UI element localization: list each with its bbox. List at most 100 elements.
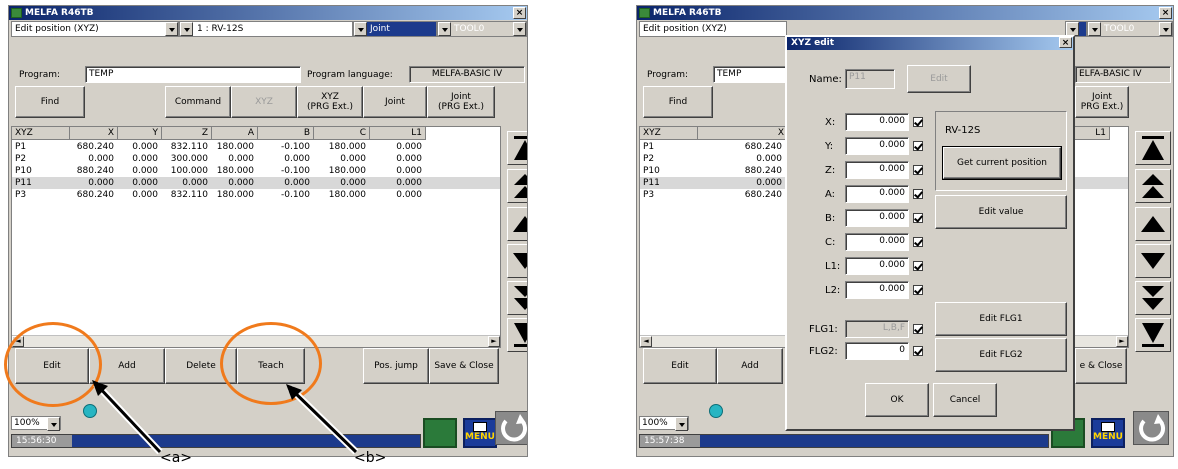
coordinate-checkbox[interactable] bbox=[913, 117, 923, 127]
table-cell: 680.240 bbox=[744, 142, 782, 152]
coordinate-label: Y: bbox=[825, 141, 834, 152]
coordinate-label: A: bbox=[825, 189, 836, 200]
line-up-button[interactable] bbox=[1135, 207, 1171, 241]
callout-b-label: <b> bbox=[354, 450, 387, 466]
table-cell: 680.240 bbox=[744, 190, 782, 200]
status-time: 15:57:38 bbox=[640, 435, 700, 447]
coordinate-checkbox[interactable] bbox=[913, 237, 923, 247]
return-arrow-icon bbox=[1139, 414, 1166, 442]
double-down-arrow-icon bbox=[1142, 286, 1164, 310]
coordinate-label: X: bbox=[825, 117, 836, 128]
table-cell: P10 bbox=[643, 166, 660, 176]
find-button[interactable]: Find bbox=[643, 86, 713, 118]
edit-button[interactable]: Edit bbox=[643, 348, 717, 384]
flg1-label: FLG1: bbox=[809, 324, 838, 335]
coordinate-checkbox[interactable] bbox=[913, 285, 923, 295]
callout-arrows bbox=[92, 380, 359, 455]
flg1-field: L,B,F bbox=[845, 320, 909, 338]
zoom-combo[interactable]: 100% bbox=[639, 416, 689, 431]
table-cell: 0.000 bbox=[756, 154, 782, 164]
table-cell: P3 bbox=[643, 190, 655, 200]
xyz-edit-dialog: XYZ edit × Name: P11 Edit X: 0.000 Y: 0.000 Z… bbox=[785, 35, 1075, 431]
coordinate-field[interactable]: 0.000 bbox=[845, 185, 909, 203]
coordinate-checkbox[interactable] bbox=[913, 261, 923, 271]
column-header[interactable]: X bbox=[698, 127, 788, 140]
table-cell: 0.000 bbox=[756, 178, 782, 188]
name-label: Name: bbox=[809, 74, 842, 85]
scroll-bottom-button[interactable] bbox=[1135, 318, 1171, 352]
chevron-down-icon[interactable] bbox=[1066, 22, 1079, 36]
save-close-button[interactable]: e & Close bbox=[1075, 348, 1127, 384]
joint-ext-button[interactable]: Joint PRG Ext.) bbox=[1075, 86, 1129, 118]
edit-flg1-button[interactable]: Edit FLG1 bbox=[935, 302, 1067, 336]
double-down-arrow-bottom-icon bbox=[1142, 323, 1164, 347]
right-teach-window: MELFA R46TB × Edit position (XYZ) TOOL0 … bbox=[636, 5, 1174, 457]
chevron-down-icon[interactable] bbox=[675, 417, 688, 431]
table-cell: 880.240 bbox=[744, 166, 782, 176]
edit-flg2-button[interactable]: Edit FLG2 bbox=[935, 338, 1067, 372]
scroll-right-arrow-icon[interactable]: ► bbox=[1116, 336, 1128, 347]
coordinate-field[interactable]: 0.000 bbox=[845, 257, 909, 275]
ok-button[interactable]: OK bbox=[865, 383, 929, 417]
double-up-arrow-top-icon bbox=[1142, 136, 1164, 160]
status-bar: 15:57:38 bbox=[639, 434, 1049, 448]
menu-icon[interactable]: MENU bbox=[1091, 418, 1125, 448]
chevron-down-icon[interactable] bbox=[1088, 22, 1101, 36]
coordinate-field[interactable]: 0.000 bbox=[845, 281, 909, 299]
program-label: Program: bbox=[647, 70, 689, 80]
zoom-label: 100% bbox=[642, 418, 668, 428]
dialog-title: XYZ edit bbox=[791, 38, 835, 48]
flg2-checkbox[interactable] bbox=[913, 346, 923, 356]
status-led bbox=[709, 404, 723, 418]
coordinate-field[interactable]: 0.000 bbox=[845, 113, 909, 131]
chevron-down-icon[interactable] bbox=[1159, 22, 1172, 36]
coordinate-field[interactable]: 0.000 bbox=[845, 233, 909, 251]
coordinate-checkbox[interactable] bbox=[913, 213, 923, 223]
program-name-field[interactable]: TEMP bbox=[713, 66, 793, 83]
tool-combo-label: TOOL0 bbox=[1104, 24, 1135, 34]
right-app-title: MELFA R46TB bbox=[653, 8, 722, 18]
right-title-bar: MELFA R46TB × bbox=[637, 6, 1173, 20]
add-button[interactable]: Add bbox=[717, 348, 783, 384]
line-down-button[interactable] bbox=[1135, 244, 1171, 278]
coordinate-field[interactable]: 0.000 bbox=[845, 209, 909, 227]
dialog-close-button[interactable]: × bbox=[1059, 37, 1072, 48]
table-cell: P2 bbox=[643, 154, 655, 164]
coordinate-checkbox[interactable] bbox=[913, 189, 923, 199]
table-cell: P11 bbox=[643, 178, 660, 188]
coordinate-label: L1: bbox=[825, 261, 841, 272]
scroll-top-button[interactable] bbox=[1135, 131, 1171, 165]
right-tool-combo[interactable]: TOOL0 bbox=[1087, 21, 1173, 37]
coordinate-field[interactable]: 0.000 bbox=[845, 137, 909, 155]
mode-combo-label: Edit position (XYZ) bbox=[643, 24, 727, 34]
page-up-button[interactable] bbox=[1135, 169, 1171, 203]
point-name-field: P11 bbox=[845, 69, 895, 89]
scroll-left-arrow-icon[interactable]: ◄ bbox=[640, 336, 652, 347]
coordinate-label: C: bbox=[825, 237, 836, 248]
robot-model-label: RV-12S bbox=[945, 125, 981, 136]
coordinate-checkbox[interactable] bbox=[913, 141, 923, 151]
flg2-field[interactable]: 0 bbox=[845, 342, 909, 360]
page-down-button[interactable] bbox=[1135, 281, 1171, 315]
dialog-title-bar: XYZ edit × bbox=[787, 37, 1073, 50]
callout-a-label: <a> bbox=[160, 450, 193, 466]
down-arrow-icon bbox=[1141, 253, 1165, 269]
coordinate-field[interactable]: 0.000 bbox=[845, 161, 909, 179]
table-cell: P1 bbox=[643, 142, 655, 152]
column-header[interactable]: XYZ bbox=[640, 127, 698, 140]
program-language-field: ELFA-BASIC IV bbox=[1075, 66, 1171, 83]
edit-value-button[interactable]: Edit value bbox=[935, 195, 1067, 229]
double-up-arrow-icon bbox=[1142, 174, 1164, 198]
up-arrow-icon bbox=[1141, 216, 1165, 232]
get-current-position-button[interactable]: Get current position bbox=[942, 146, 1062, 180]
menu-icon-label: MENU bbox=[1093, 432, 1123, 442]
coordinate-checkbox[interactable] bbox=[913, 165, 923, 175]
flg2-label: FLG2: bbox=[809, 346, 838, 357]
back-button[interactable] bbox=[1133, 411, 1169, 445]
flg1-checkbox[interactable] bbox=[913, 324, 923, 334]
coordinate-label: B: bbox=[825, 213, 836, 224]
right-mode-combo[interactable]: Edit position (XYZ) bbox=[639, 21, 787, 37]
right-close-button[interactable]: × bbox=[1159, 7, 1172, 19]
edit-name-button[interactable]: Edit bbox=[907, 65, 971, 93]
cancel-button[interactable]: Cancel bbox=[933, 383, 997, 417]
